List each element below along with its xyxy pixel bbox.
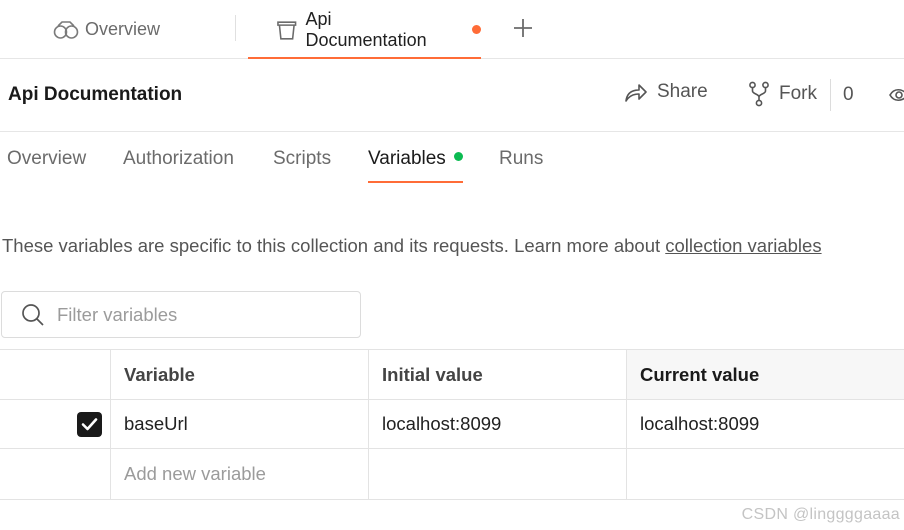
unsaved-indicator bbox=[472, 25, 481, 34]
header-current-value: Current value bbox=[626, 350, 904, 399]
table-row: baseUrl localhost:8099 localhost:8099 bbox=[0, 400, 904, 449]
fork-label: Fork bbox=[779, 83, 817, 104]
enable-variable-checkbox[interactable] bbox=[77, 412, 102, 437]
fork-icon bbox=[749, 81, 769, 107]
initial-value-cell[interactable]: localhost:8099 bbox=[368, 400, 626, 448]
watermark: CSDN @linggggaaaa bbox=[741, 506, 900, 523]
tab-divider bbox=[235, 15, 236, 41]
tab-overview[interactable]: Overview bbox=[53, 0, 160, 59]
tab-overview-label: Overview bbox=[85, 19, 161, 39]
tab-api-documentation-label: Api Documentation bbox=[305, 8, 427, 50]
collection-variables-link[interactable]: collection variables bbox=[665, 235, 821, 256]
collection-icon bbox=[277, 20, 297, 40]
share-icon bbox=[625, 84, 647, 102]
tab-bar: Overview Api Documentation bbox=[0, 0, 904, 59]
filter-variables-input[interactable] bbox=[57, 303, 337, 326]
add-current-value-cell[interactable] bbox=[626, 449, 904, 499]
subtab-variables[interactable]: Variables bbox=[368, 132, 463, 184]
header-initial-value: Initial value bbox=[368, 350, 626, 399]
subtab-authorization[interactable]: Authorization bbox=[123, 148, 234, 170]
add-initial-value-cell[interactable] bbox=[368, 449, 626, 499]
variables-status-dot bbox=[453, 152, 463, 162]
add-tab-icon[interactable] bbox=[511, 16, 535, 40]
variables-description: These variables are specific to this col… bbox=[2, 235, 822, 257]
watch-eye-icon[interactable] bbox=[888, 83, 904, 107]
filter-variables-box[interactable] bbox=[1, 291, 361, 338]
subtab-runs[interactable]: Runs bbox=[499, 148, 543, 170]
search-icon bbox=[22, 303, 44, 326]
current-value-cell[interactable]: localhost:8099 bbox=[626, 400, 904, 448]
header-checkbox-cell bbox=[0, 350, 110, 399]
checkmark-icon bbox=[81, 418, 98, 431]
fork-button[interactable]: Fork bbox=[748, 81, 817, 107]
fork-count-divider bbox=[830, 79, 831, 111]
description-text: These variables are specific to this col… bbox=[2, 235, 666, 256]
variables-table: Variable Initial value Current value bas… bbox=[0, 349, 904, 500]
add-row-checkbox-cell bbox=[0, 449, 110, 499]
subtab-variables-label: Variables bbox=[368, 148, 446, 169]
add-variable-row: Add new variable bbox=[0, 449, 904, 500]
row-checkbox-cell bbox=[0, 400, 110, 448]
subtab-overview[interactable]: Overview bbox=[7, 148, 86, 170]
collection-header: Api Documentation Share Fork 0 bbox=[0, 59, 904, 132]
fork-count[interactable]: 0 bbox=[843, 84, 854, 106]
table-header-row: Variable Initial value Current value bbox=[0, 350, 904, 400]
add-new-variable-input[interactable]: Add new variable bbox=[110, 449, 368, 499]
tab-api-documentation[interactable]: Api Documentation bbox=[248, 0, 481, 59]
collection-subtabs: Overview Authorization Scripts Variables… bbox=[0, 132, 904, 184]
header-variable: Variable bbox=[110, 350, 368, 399]
active-subtab-underline bbox=[368, 181, 463, 183]
overview-icon bbox=[53, 20, 79, 39]
share-label: Share bbox=[657, 81, 708, 102]
collection-title: Api Documentation bbox=[8, 84, 183, 105]
variable-name-cell[interactable]: baseUrl bbox=[110, 400, 368, 448]
share-button[interactable]: Share bbox=[624, 81, 708, 103]
subtab-scripts[interactable]: Scripts bbox=[273, 148, 331, 170]
